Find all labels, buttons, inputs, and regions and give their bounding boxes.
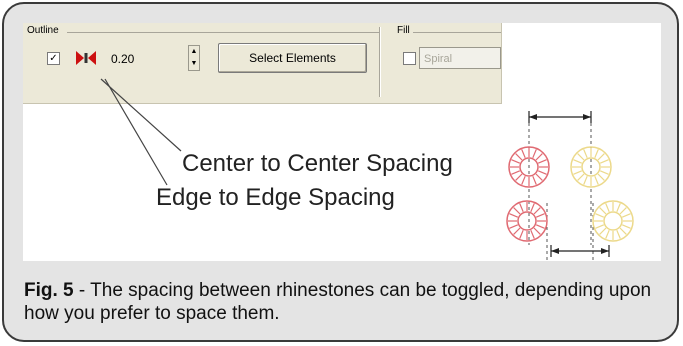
bottom-dimension-arrow	[550, 245, 610, 257]
figure-caption: Fig. 5 - The spacing between rhinestones…	[24, 279, 664, 325]
figure-frame: Outline ✓ 0.20 ▲ ▼ Select Elements Fill	[2, 2, 679, 342]
figure-label: Fig. 5	[24, 280, 74, 301]
yellow-rhinestone	[592, 200, 634, 242]
caption-text: - The spacing between rhinestones can be…	[24, 280, 652, 324]
top-dimension-arrow	[528, 111, 592, 123]
rhinestone-spacing-diagram	[506, 111, 634, 261]
red-rhinestone	[506, 200, 548, 242]
center-spacing-callout: Center to Center Spacing	[182, 150, 453, 177]
edge-spacing-callout: Edge to Edge Spacing	[156, 184, 395, 211]
screenshot-area: Outline ✓ 0.20 ▲ ▼ Select Elements Fill	[23, 23, 661, 261]
